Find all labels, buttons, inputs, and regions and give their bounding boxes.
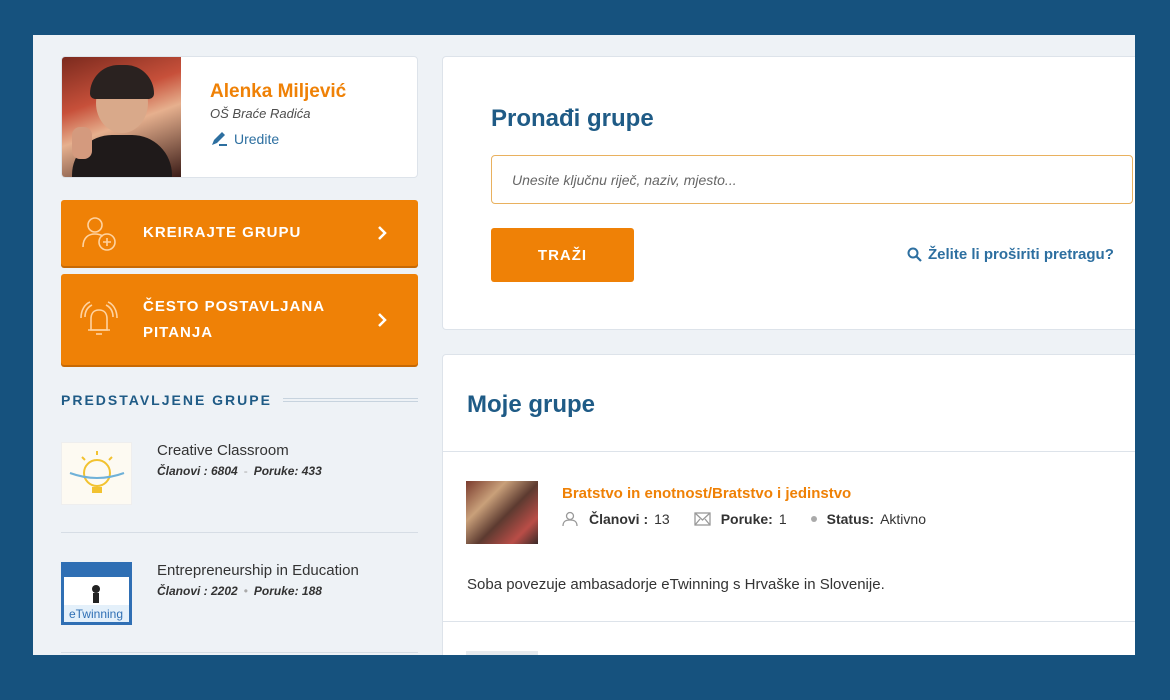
group-thumbnail[interactable]	[466, 481, 538, 544]
group-description: Soba povezuje ambasadorje eTwinning s Hr…	[467, 576, 885, 593]
expand-search-label: Želite li proširiti pretragu?	[928, 246, 1114, 263]
search-title: Pronađi grupe	[491, 105, 654, 132]
search-button[interactable]: TRAŽI	[491, 228, 634, 282]
group-thumbnail[interactable]: eTwinning	[61, 562, 132, 625]
search-icon	[907, 247, 922, 262]
list-divider	[61, 532, 418, 533]
expand-search-link[interactable]: Želite li proširiti pretragu?	[907, 246, 1114, 263]
edit-label: Uredite	[234, 131, 280, 147]
members-count: Članovi : 6804	[157, 464, 238, 478]
profile-name[interactable]: Alenka Miljević	[210, 81, 346, 103]
lightbulb-logo-icon	[69, 451, 125, 493]
edit-pencil-icon	[212, 132, 227, 146]
posts-count: Poruke: 433	[253, 464, 322, 478]
group-meta: Članovi : 13 Poruke: 1 Status: Aktivno	[562, 511, 926, 527]
group-thumbnail[interactable]	[61, 442, 132, 505]
members-count: Članovi : 2202	[157, 584, 238, 598]
my-groups-title: Moje grupe	[467, 391, 596, 418]
svg-text:eTwinning: eTwinning	[69, 607, 123, 621]
my-groups-panel: Moje grupe Bratstvo in enotnost/Bratstvo…	[442, 354, 1135, 655]
envelope-icon	[694, 512, 711, 526]
group-meta: Članovi : 2202 • Poruke: 188	[157, 584, 322, 598]
featured-groups-heading: PREDSTAVLJENE GRUPE	[61, 392, 272, 408]
edit-profile-link[interactable]: Uredite	[210, 131, 279, 147]
posts-value: 1	[778, 511, 787, 527]
heading-divider	[283, 398, 418, 402]
app-screen: Alenka Miljević OŠ Braće Radića Uredite …	[33, 35, 1135, 655]
group-name[interactable]: Bratstvo in enotnost/Bratstvo i jedinstv…	[562, 485, 851, 502]
create-group-label: KREIRAJTE GRUPU	[143, 224, 302, 241]
add-user-icon	[82, 217, 116, 251]
search-panel: Pronađi grupe TRAŽI Želite li proširiti …	[442, 56, 1135, 330]
posts-count: Poruke: 188	[253, 584, 322, 598]
divider	[443, 621, 1135, 622]
members-key: Članovi :	[589, 511, 649, 527]
profile-card: Alenka Miljević OŠ Braće Radića Uredite	[61, 56, 418, 178]
faq-button[interactable]: ČESTO POSTAVLJANA PITANJA	[61, 274, 418, 365]
status-value: Aktivno	[880, 511, 926, 527]
posts-key: Poruke:	[720, 511, 773, 527]
chevron-right-icon	[378, 312, 387, 327]
etwinning-logo-icon: eTwinning	[64, 565, 129, 622]
status-dot-icon	[810, 516, 817, 522]
avatar[interactable]	[62, 57, 181, 177]
chevron-right-icon	[378, 226, 387, 240]
profile-school: OŠ Braće Radića	[210, 106, 311, 121]
members-value: 13	[654, 511, 670, 527]
bell-icon	[80, 300, 118, 335]
divider	[443, 451, 1135, 452]
user-icon	[562, 511, 578, 527]
group-thumbnail[interactable]	[466, 651, 538, 655]
search-input[interactable]	[491, 155, 1133, 204]
faq-label: ČESTO POSTAVLJANA PITANJA	[143, 297, 325, 341]
create-group-button[interactable]: KREIRAJTE GRUPU	[61, 200, 418, 266]
group-name[interactable]: Entrepreneurship in Education	[157, 562, 359, 579]
list-divider	[61, 652, 418, 653]
group-name[interactable]: Creative Classroom	[157, 442, 289, 459]
group-meta: Članovi : 6804- Poruke: 433	[157, 464, 322, 478]
status-key: Status:	[826, 511, 875, 527]
